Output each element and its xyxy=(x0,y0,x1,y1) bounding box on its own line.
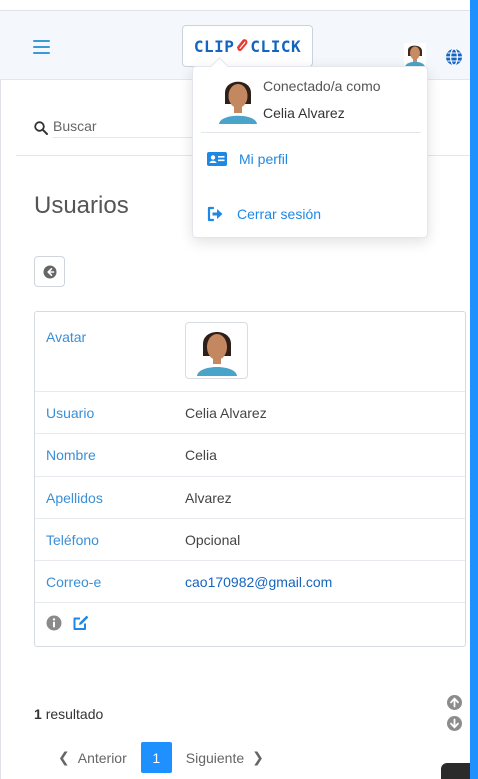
arrow-up-icon[interactable] xyxy=(447,695,462,710)
chevron-right-icon: ❯ xyxy=(252,749,264,765)
connected-as-label: Conectado/a como xyxy=(263,78,381,94)
detail-row-nombre: Nombre Celia xyxy=(35,434,465,477)
user-detail-card: Avatar Usuario Celia Alvarez Nombre Celi… xyxy=(34,311,466,647)
search-bar xyxy=(34,118,203,138)
detail-label: Usuario xyxy=(46,405,95,421)
app-logo[interactable]: CLIP CLICK xyxy=(182,25,313,67)
avatar xyxy=(185,322,248,379)
detail-label: Avatar xyxy=(46,329,87,345)
menu-item-logout-label: Cerrar sesión xyxy=(237,206,322,222)
user-avatar-icon[interactable] xyxy=(404,43,426,67)
id-card-icon xyxy=(207,152,227,166)
detail-value: Alvarez xyxy=(185,490,232,506)
detail-label: Correo-e xyxy=(46,574,102,590)
sign-out-icon xyxy=(207,206,223,222)
result-number: 1 xyxy=(34,706,42,722)
search-input[interactable] xyxy=(53,118,203,138)
menu-item-profile-label: Mi perfil xyxy=(239,151,289,167)
result-label: resultado xyxy=(45,706,104,722)
next-page-button[interactable]: Siguiente ❯ xyxy=(186,749,264,766)
corner-widget[interactable] xyxy=(441,763,470,779)
email-link[interactable]: cao170982@gmail.com xyxy=(185,574,332,590)
chevron-left-icon: ❮ xyxy=(58,749,70,765)
page-title: Usuarios xyxy=(34,192,129,219)
previous-page-label: Anterior xyxy=(77,749,127,766)
detail-value: Opcional xyxy=(185,532,241,548)
menu-item-logout[interactable]: Cerrar sesión xyxy=(207,206,321,222)
back-button[interactable] xyxy=(34,256,65,287)
detail-value: Celia xyxy=(185,447,217,463)
logo-text-right: CLICK xyxy=(250,36,302,56)
detail-label: Apellidos xyxy=(46,490,103,506)
result-count: 1 resultado xyxy=(34,706,103,722)
paperclip-icon xyxy=(237,39,248,52)
detail-label: Teléfono xyxy=(46,532,99,548)
edit-icon[interactable] xyxy=(72,614,90,632)
right-edge-strip xyxy=(470,0,478,779)
arrow-left-icon xyxy=(43,265,56,278)
top-gap xyxy=(0,0,470,10)
globe-icon[interactable] xyxy=(445,48,463,66)
info-icon[interactable] xyxy=(46,615,62,631)
previous-page-button[interactable]: ❮ Anterior xyxy=(58,749,127,766)
arrow-down-icon[interactable] xyxy=(447,716,462,731)
user-avatar-icon xyxy=(219,81,257,124)
detail-row-telefono: Teléfono Opcional xyxy=(35,519,465,561)
user-menu-dropdown: Conectado/a como Celia Alvarez Mi perfil… xyxy=(192,66,428,238)
detail-row-apellidos: Apellidos Alvarez xyxy=(35,477,465,519)
detail-row-avatar: Avatar xyxy=(35,312,465,392)
detail-label: Nombre xyxy=(46,447,96,463)
next-page-label: Siguiente xyxy=(185,749,245,766)
detail-row-correo: Correo-e cao170982@gmail.com xyxy=(35,561,465,603)
current-page-button[interactable]: 1 xyxy=(140,742,172,773)
search-icon xyxy=(34,121,48,135)
dropdown-divider xyxy=(201,132,421,133)
user-photo-icon xyxy=(196,331,237,376)
menu-icon[interactable] xyxy=(33,40,50,54)
connected-user-name: Celia Alvarez xyxy=(263,105,345,121)
card-actions xyxy=(46,614,90,632)
detail-value: Celia Alvarez xyxy=(185,405,267,421)
pagination: ❮ Anterior 1 Siguiente ❯ xyxy=(58,742,264,773)
logo-text-left: CLIP xyxy=(193,36,235,56)
menu-item-profile[interactable]: Mi perfil xyxy=(207,151,288,167)
detail-row-usuario: Usuario Celia Alvarez xyxy=(35,392,465,434)
